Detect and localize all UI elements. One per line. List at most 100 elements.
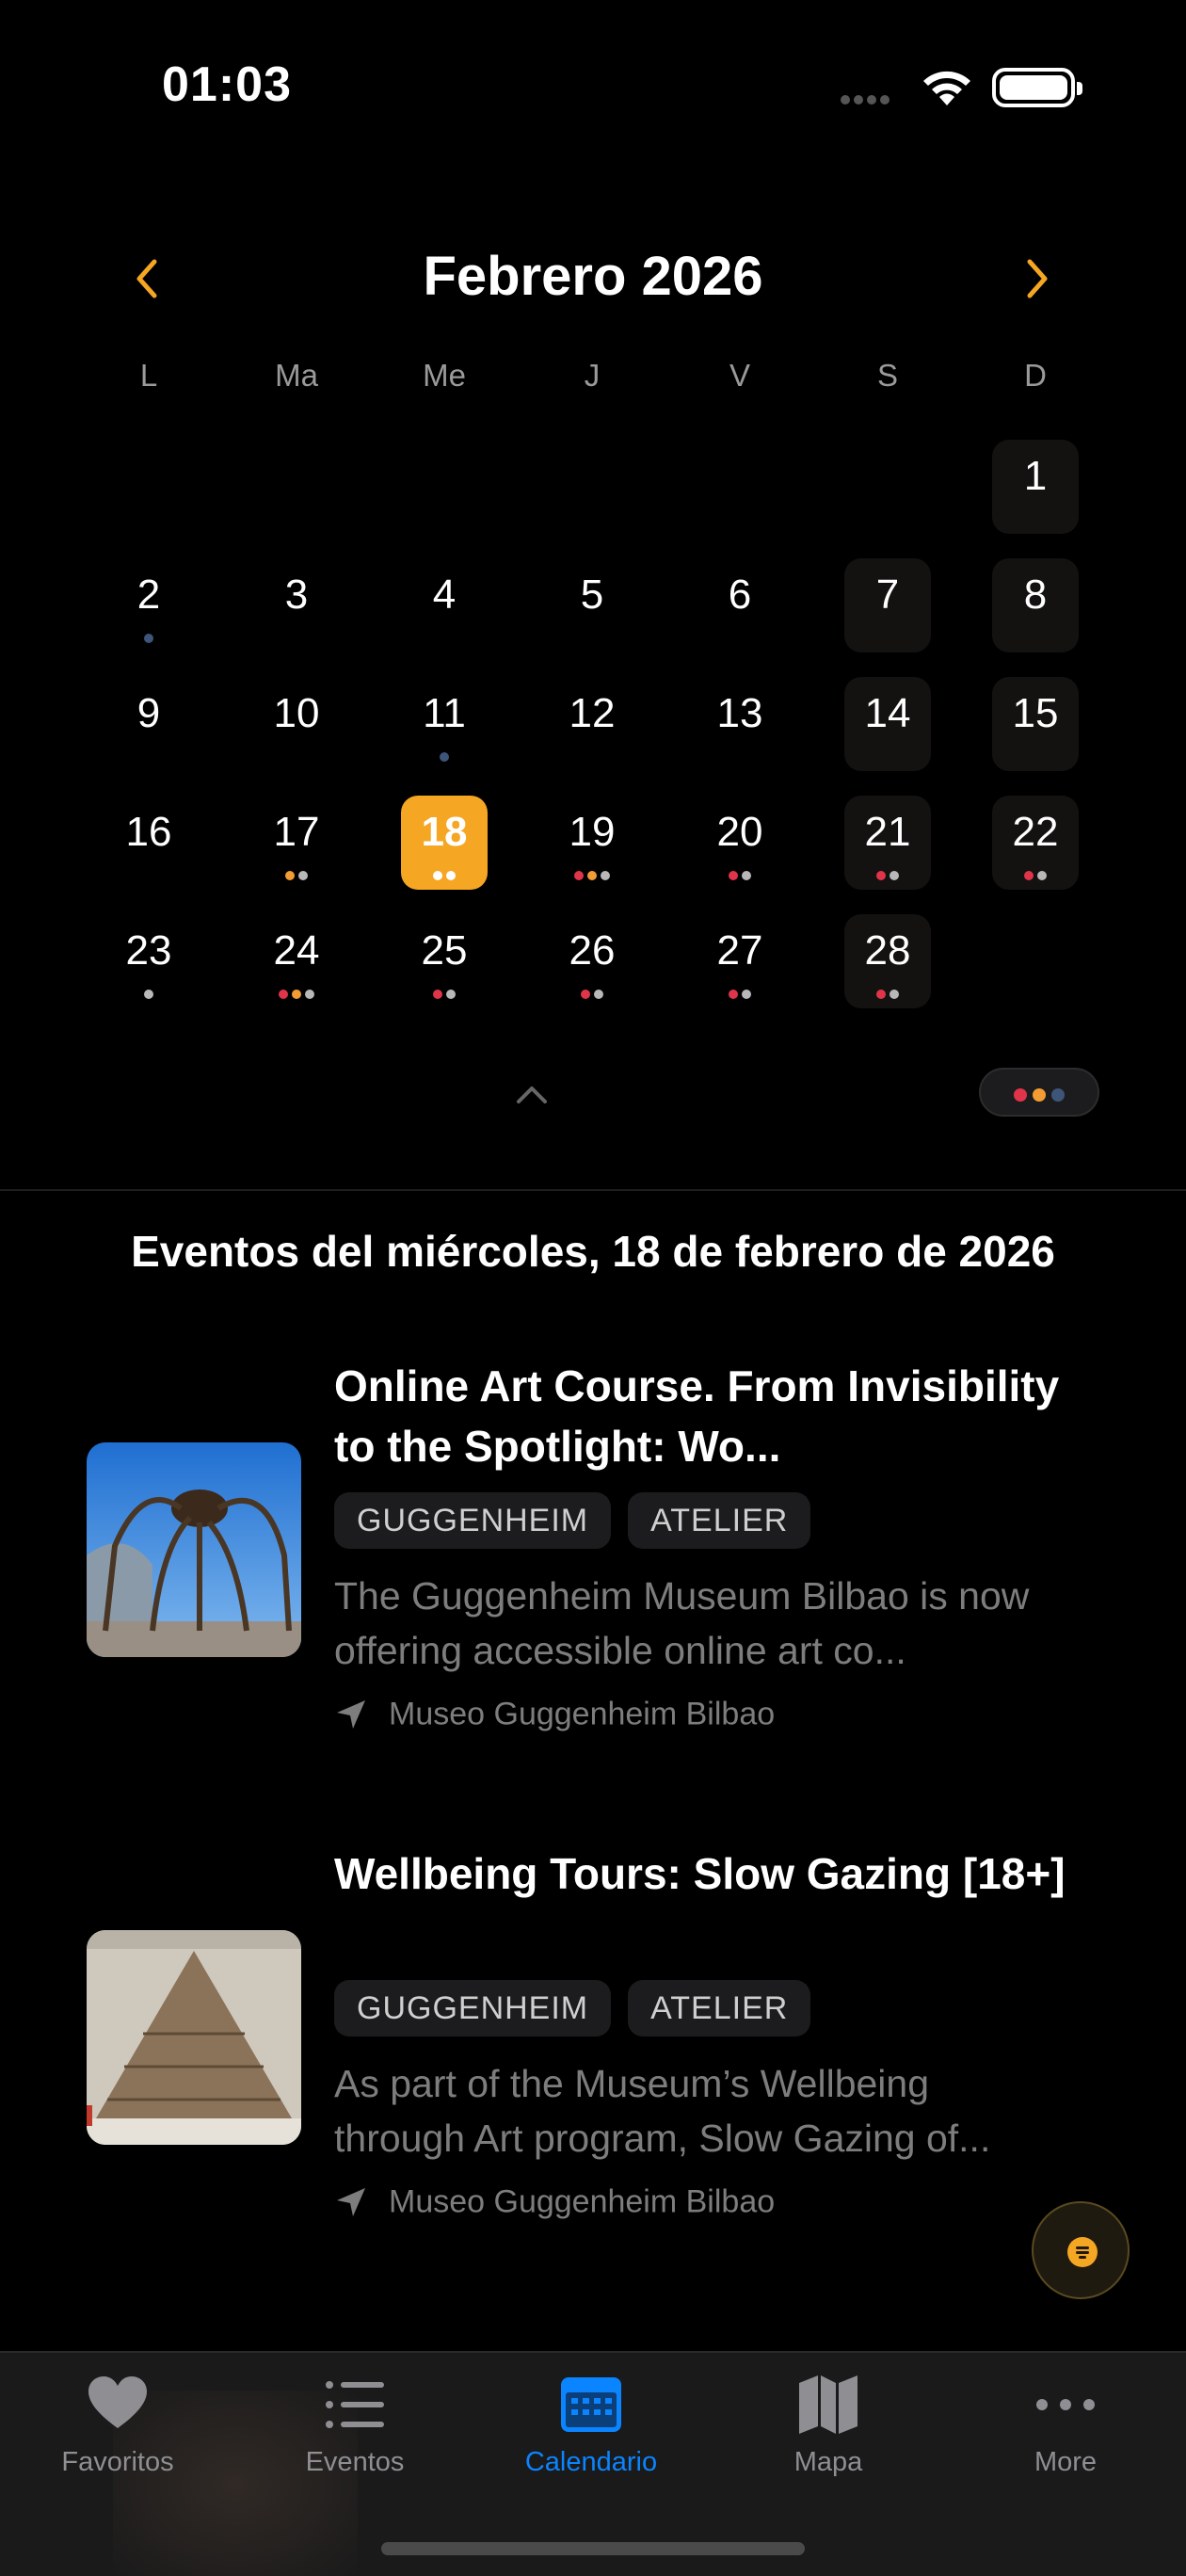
event-dot xyxy=(1024,871,1034,880)
tab-label: Eventos xyxy=(305,2447,405,2477)
calendar-day[interactable]: 24 xyxy=(253,914,340,1008)
event-dots xyxy=(697,871,783,882)
day-number: 11 xyxy=(423,690,466,736)
event-dot xyxy=(574,871,584,880)
tab-calendario[interactable]: Calendario xyxy=(506,2372,676,2478)
calendar-day[interactable]: 4 xyxy=(401,558,488,652)
calendar-day[interactable]: 5 xyxy=(549,558,635,652)
events-heading: Eventos del miércoles, 18 de febrero de … xyxy=(131,1227,1055,1276)
day-number: 19 xyxy=(569,809,616,855)
tag-badge[interactable]: GUGGENHEIM xyxy=(334,1492,612,1549)
calendar-day[interactable]: 2 xyxy=(105,558,192,652)
tag-badge[interactable]: ATELIER xyxy=(628,1492,811,1549)
status-time: 01:03 xyxy=(162,57,292,112)
calendar-day[interactable]: 8 xyxy=(992,558,1079,652)
event-dots xyxy=(105,634,192,645)
calendar-day[interactable]: 6 xyxy=(697,558,783,652)
tab-label: Calendario xyxy=(524,2447,658,2477)
calendar-day[interactable]: 22 xyxy=(992,796,1079,890)
event-card[interactable]: Online Art Course. From Invisibility to … xyxy=(0,1356,1186,1751)
event-dot xyxy=(729,871,738,880)
event-thumbnail xyxy=(87,1930,301,2145)
day-number: 3 xyxy=(284,572,309,618)
calendar-day[interactable]: 12 xyxy=(549,677,635,771)
month-navigation: Febrero 2026 xyxy=(0,235,1186,320)
calendar-day[interactable]: 14 xyxy=(844,677,931,771)
weekday-label: Me xyxy=(423,358,466,393)
event-dots xyxy=(105,990,192,1001)
calendar-day[interactable]: 9 xyxy=(105,677,192,771)
calendar-day[interactable]: 28 xyxy=(844,914,931,1008)
list-icon xyxy=(326,2381,384,2428)
calendar-day[interactable]: 10 xyxy=(253,677,340,771)
tag-badge[interactable]: ATELIER xyxy=(628,1980,811,2037)
event-dot xyxy=(742,990,751,999)
calendar-day[interactable]: 3 xyxy=(253,558,340,652)
day-number: 6 xyxy=(728,572,752,618)
day-number: 16 xyxy=(125,809,172,855)
day-number: 14 xyxy=(864,690,911,736)
day-number: 28 xyxy=(864,927,911,974)
calendar-day[interactable]: 16 xyxy=(105,796,192,890)
event-location: Museo Guggenheim Bilbao xyxy=(334,2182,775,2221)
event-description: The Guggenheim Museum Bilbao is now offe… xyxy=(334,1574,1030,1672)
category-legend-button[interactable] xyxy=(979,1068,1099,1117)
event-dots xyxy=(253,871,340,882)
day-number: 26 xyxy=(569,927,616,974)
event-dot xyxy=(594,990,603,999)
filter-fab-button[interactable] xyxy=(1032,2201,1130,2299)
event-title: Online Art Course. From Invisibility to … xyxy=(334,1361,1060,1471)
event-dots xyxy=(549,990,635,1001)
status-bar: 01:03 xyxy=(0,0,1186,169)
calendar-day[interactable]: 27 xyxy=(697,914,783,1008)
event-dots xyxy=(844,871,931,882)
calendar-day-today[interactable]: 18 xyxy=(401,796,488,890)
day-number: 17 xyxy=(273,809,320,855)
collapse-calendar-button[interactable] xyxy=(513,1081,551,1107)
event-dot xyxy=(1037,871,1047,880)
calendar-day[interactable]: 1 xyxy=(992,440,1079,534)
event-dot xyxy=(144,990,153,999)
calendar-day[interactable]: 15 xyxy=(992,677,1079,771)
calendar-day[interactable]: 26 xyxy=(549,914,635,1008)
calendar-day[interactable]: 23 xyxy=(105,914,192,1008)
weekday-label: L xyxy=(139,358,158,393)
tab-eventos[interactable]: Eventos xyxy=(270,2372,440,2478)
tab-favoritos[interactable]: Favoritos xyxy=(33,2372,202,2478)
calendar-day[interactable]: 13 xyxy=(697,677,783,771)
calendar-day[interactable]: 25 xyxy=(401,914,488,1008)
calendar-icon xyxy=(561,2377,621,2432)
day-number: 12 xyxy=(569,690,616,736)
event-dot xyxy=(433,990,442,999)
event-tags: GUGGENHEIM ATELIER xyxy=(334,1492,827,1549)
event-dot xyxy=(279,990,288,999)
day-number: 27 xyxy=(716,927,763,974)
tab-more[interactable]: More xyxy=(981,2372,1150,2478)
next-month-button[interactable] xyxy=(1007,250,1064,307)
event-card[interactable]: Wellbeing Tours: Slow Gazing [18+] GUGGE… xyxy=(0,1843,1186,2239)
event-dots xyxy=(992,871,1079,882)
day-number: 10 xyxy=(273,690,320,736)
location-arrow-icon xyxy=(337,2188,365,2217)
calendar-day[interactable]: 7 xyxy=(844,558,931,652)
calendar-day[interactable]: 21 xyxy=(844,796,931,890)
day-number: 1 xyxy=(1023,453,1048,499)
event-location-label: Museo Guggenheim Bilbao xyxy=(389,1696,776,1732)
calendar-day[interactable]: 19 xyxy=(549,796,635,890)
tag-badge[interactable]: GUGGENHEIM xyxy=(334,1980,612,2037)
day-number: 4 xyxy=(432,572,457,618)
day-number: 9 xyxy=(136,690,161,736)
day-number: 23 xyxy=(125,927,172,974)
more-icon xyxy=(1036,2399,1095,2410)
day-number: 18 xyxy=(421,809,468,855)
event-dot xyxy=(440,752,449,762)
calendar-day[interactable]: 17 xyxy=(253,796,340,890)
filter-icon xyxy=(1067,2237,1098,2267)
calendar-day[interactable]: 11 xyxy=(401,677,488,771)
tab-mapa[interactable]: Mapa xyxy=(744,2372,913,2478)
event-dot xyxy=(876,990,886,999)
calendar-day[interactable]: 20 xyxy=(697,796,783,890)
event-dot xyxy=(446,990,456,999)
event-dot xyxy=(729,990,738,999)
weekday-header: L Ma Me J V S D xyxy=(0,358,1186,405)
